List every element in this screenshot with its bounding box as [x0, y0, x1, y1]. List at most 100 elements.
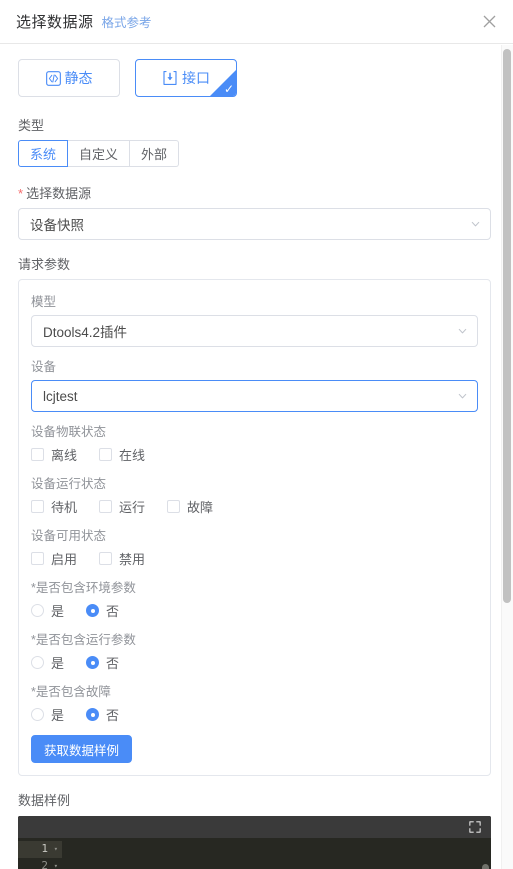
checkbox-online[interactable]: 在线 — [99, 445, 145, 464]
checkbox-enabled-label: 启用 — [51, 552, 78, 567]
include-run-label: *是否包含运行参数 — [31, 629, 478, 648]
radio-include-env-no-label: 否 — [106, 604, 120, 619]
radio-circle-icon — [31, 708, 44, 721]
checkbox-standby-label: 待机 — [51, 500, 78, 515]
source-card-interface[interactable]: 接口 ✓ — [135, 59, 237, 97]
radio-circle-selected-icon — [86, 656, 100, 669]
type-option-system[interactable]: 系统 — [18, 140, 69, 167]
model-label: 模型 — [31, 295, 57, 309]
checkbox-running[interactable]: 运行 — [99, 497, 145, 516]
include-fault-options: 是 否 — [31, 705, 478, 724]
radio-include-env-yes-label: 是 — [51, 604, 65, 619]
radio-include-fault-no-label: 否 — [106, 708, 120, 723]
check-icon: ✓ — [223, 82, 234, 96]
request-params-label: 请求参数 — [18, 257, 71, 272]
radio-include-run-yes[interactable]: 是 — [31, 653, 64, 672]
datasource-label-text: 选择数据源 — [26, 186, 92, 201]
radio-include-fault-no[interactable]: 否 — [86, 705, 119, 724]
code-brackets-icon — [45, 70, 61, 86]
radio-include-fault-yes-label: 是 — [51, 708, 65, 723]
source-type-cards: 静态 接口 ✓ — [18, 59, 491, 97]
chevron-down-icon — [457, 326, 468, 337]
type-option-custom[interactable]: 自定义 — [68, 140, 131, 167]
checkbox-enabled[interactable]: 启用 — [31, 549, 77, 568]
type-label: 类型 — [18, 118, 45, 133]
select-datasource-dialog: 选择数据源 格式参考 静态 接口 ✓ 类型 系统 自定义 外部 * 选择数据源 … — [0, 0, 513, 869]
radio-include-run-no-label: 否 — [106, 656, 120, 671]
datasource-select-value: 设备快照 — [30, 218, 84, 233]
radio-include-run-no[interactable]: 否 — [86, 653, 119, 672]
checkbox-box-icon — [99, 552, 113, 565]
checkbox-offline[interactable]: 离线 — [31, 445, 77, 464]
radio-include-env-yes[interactable]: 是 — [31, 601, 64, 620]
line-number: 1 ▾ — [18, 841, 62, 858]
model-select[interactable]: Dtools4.2插件 — [31, 315, 478, 347]
iot-status-label: 设备物联状态 — [31, 425, 107, 439]
checkbox-offline-label: 离线 — [51, 448, 78, 463]
fold-arrow-icon[interactable]: ▾ — [51, 841, 58, 858]
iot-status-options: 离线 在线 — [31, 445, 478, 464]
dialog-title: 选择数据源 — [16, 14, 94, 31]
checkbox-fault[interactable]: 故障 — [167, 497, 213, 516]
dialog-scrollbar-track[interactable] — [501, 45, 513, 869]
chevron-down-icon — [457, 391, 468, 402]
sample-data-label: 数据样例 — [18, 793, 71, 808]
close-icon[interactable] — [479, 11, 499, 31]
required-mark: * — [18, 186, 24, 201]
include-run-label-text: 是否包含运行参数 — [35, 633, 136, 647]
editor-code[interactable]: [ { "dk": "dk1", "mk": "mk1", "ixs": { "… — [62, 838, 491, 869]
request-params-panel: 模型 Dtools4.2插件 设备 lcjtest 设备物联状态 离线 在线 设… — [18, 279, 491, 776]
dialog-body: 静态 接口 ✓ 类型 系统 自定义 外部 * 选择数据源 设备快照 请求参数 模… — [0, 45, 513, 869]
model-field: 模型 Dtools4.2插件 — [31, 291, 478, 347]
radio-include-run-yes-label: 是 — [51, 656, 65, 671]
radio-include-env-no[interactable]: 否 — [86, 601, 119, 620]
checkbox-disabled[interactable]: 禁用 — [99, 549, 145, 568]
source-card-static[interactable]: 静态 — [18, 59, 120, 97]
include-env-options: 是 否 — [31, 601, 478, 620]
editor-gutter: 1▾ 2▾ 3 4 5▾ 6▾ 7 — [18, 838, 62, 869]
source-card-interface-label: 接口 — [182, 70, 210, 86]
device-select[interactable]: lcjtest — [31, 380, 478, 412]
fetch-sample-button[interactable]: 获取数据样例 — [31, 735, 133, 763]
import-download-icon — [162, 70, 178, 86]
include-env-label: *是否包含环境参数 — [31, 577, 478, 596]
checkbox-box-icon — [31, 552, 44, 565]
include-fault-label-text: 是否包含故障 — [35, 685, 111, 699]
line-number: 2 ▾ — [18, 858, 62, 869]
include-run-options: 是 否 — [31, 653, 478, 672]
radio-circle-icon — [31, 604, 44, 617]
checkbox-online-label: 在线 — [119, 448, 146, 463]
checkbox-standby[interactable]: 待机 — [31, 497, 77, 516]
radio-include-fault-yes[interactable]: 是 — [31, 705, 64, 724]
checkbox-box-icon — [99, 500, 113, 513]
include-fault-label: *是否包含故障 — [31, 681, 478, 700]
device-select-value: lcjtest — [43, 388, 78, 404]
source-card-static-label: 静态 — [64, 70, 93, 86]
checkbox-box-icon — [99, 448, 113, 461]
datasource-select[interactable]: 设备快照 — [18, 208, 491, 240]
checkbox-fault-label: 故障 — [187, 500, 214, 515]
device-label: 设备 — [31, 360, 57, 374]
include-env-label-text: 是否包含环境参数 — [35, 581, 136, 595]
run-status-label: 设备运行状态 — [31, 477, 107, 491]
type-option-external[interactable]: 外部 — [130, 140, 180, 167]
checkbox-box-icon — [31, 500, 44, 513]
dialog-scrollbar-thumb[interactable] — [503, 49, 511, 603]
run-status-options: 待机 运行 故障 — [31, 497, 478, 516]
fold-arrow-icon[interactable]: ▾ — [51, 858, 58, 869]
editor-toolbar — [18, 816, 491, 838]
radio-circle-selected-icon — [86, 708, 100, 721]
checkbox-box-icon — [167, 500, 181, 513]
device-field: 设备 lcjtest — [31, 356, 478, 412]
editor-scrollbar-thumb[interactable] — [482, 864, 489, 869]
sample-code-editor[interactable]: 1▾ 2▾ 3 4 5▾ 6▾ 7 [ { "dk": "dk1", "mk":… — [18, 816, 491, 869]
model-select-value: Dtools4.2插件 — [43, 325, 128, 340]
format-reference-link[interactable]: 格式参考 — [102, 12, 152, 31]
avail-status-label: 设备可用状态 — [31, 529, 107, 543]
radio-circle-selected-icon — [86, 604, 100, 617]
checkbox-running-label: 运行 — [119, 500, 146, 515]
datasource-label: * 选择数据源 — [18, 183, 491, 202]
fullscreen-expand-icon[interactable] — [469, 821, 481, 833]
chevron-down-icon — [470, 219, 481, 230]
editor-area[interactable]: 1▾ 2▾ 3 4 5▾ 6▾ 7 [ { "dk": "dk1", "mk":… — [18, 838, 491, 869]
